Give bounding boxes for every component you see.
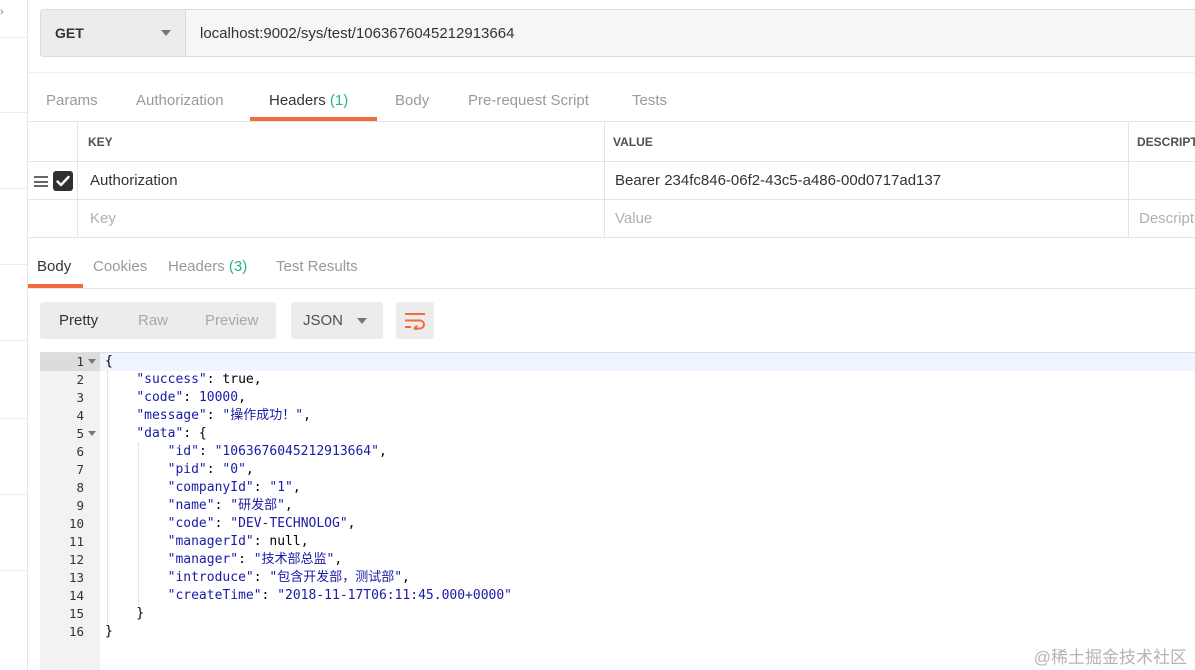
code-line: { — [105, 354, 113, 369]
line-number: 14 — [68, 588, 84, 603]
fold-icon — [88, 431, 96, 436]
headers-table: KEY VALUE DESCRIPT Authorization Bearer … — [28, 122, 1195, 238]
format-label: JSON — [303, 312, 344, 329]
code-line: "pid": "0", — [167, 462, 254, 477]
check-icon — [56, 175, 70, 187]
code-line: "id": "1063676045212913664", — [167, 444, 387, 459]
new-description-input[interactable]: Descript — [1139, 200, 1194, 237]
preview-button[interactable]: Preview — [205, 302, 258, 339]
header-key-input[interactable]: Authorization — [90, 162, 178, 199]
tab-tests[interactable]: Tests — [632, 82, 667, 122]
chevron-down-icon — [357, 318, 367, 324]
line-number: 13 — [68, 570, 84, 585]
line-number: 15 — [68, 606, 84, 621]
headers-count: (1) — [329, 92, 349, 109]
watermark: @稀土掘金技术社区 — [1033, 648, 1187, 667]
code-line: "managerId": null, — [167, 534, 309, 549]
tab-pre-request-script[interactable]: Pre-request Script — [468, 82, 589, 122]
header-value-input[interactable]: Bearer 234fc846-06f2-43c5-a486-00d0717ad… — [615, 162, 941, 199]
code-line: "code": 10000, — [136, 390, 246, 405]
request-url-bar: GET localhost:9002/sys/test/106367604521… — [40, 9, 1195, 57]
active-tab-indicator — [250, 117, 377, 121]
tab-body[interactable]: Body — [395, 82, 429, 122]
tab-test-results[interactable]: Test Results — [276, 248, 358, 288]
line-number: 16 — [68, 624, 84, 639]
column-value: VALUE — [613, 134, 653, 149]
url-input[interactable]: localhost:9002/sys/test/1063676045212913… — [186, 10, 1195, 56]
line-number: 11 — [68, 534, 84, 549]
tab-headers[interactable]: Headers (1) — [269, 82, 348, 122]
line-number: 5 — [40, 425, 100, 443]
code-line: } — [105, 606, 145, 621]
code-line: "message": "操作成功！", — [136, 408, 311, 423]
line-number: 10 — [68, 516, 84, 531]
table-header-row: KEY VALUE DESCRIPT — [28, 122, 1195, 162]
tab-response-headers[interactable]: Headers (3) — [168, 248, 247, 288]
tab-params[interactable]: Params — [46, 82, 98, 122]
drag-handle-icon[interactable] — [34, 176, 48, 187]
line-number: 3 — [76, 390, 84, 405]
line-number: 12 — [68, 552, 84, 567]
sidebar-strip: › — [0, 0, 28, 670]
pretty-button[interactable]: Pretty — [59, 302, 98, 339]
code-line: "companyId": "1", — [167, 480, 301, 495]
active-line-highlight — [100, 353, 1195, 371]
chevron-down-icon — [161, 30, 171, 36]
new-value-input[interactable]: Value — [615, 200, 652, 237]
line-number-gutter: 1 2 3 4 5 6 7 8 9 10 11 12 13 14 15 16 — [40, 353, 100, 670]
method-select[interactable]: GET — [41, 10, 186, 56]
line-number: 7 — [76, 462, 84, 477]
table-row-empty: Key Value Descript — [28, 200, 1195, 238]
format-select[interactable]: JSON — [291, 302, 383, 339]
code-line: "manager": "技术部总监", — [167, 552, 343, 567]
line-number: 6 — [76, 444, 84, 459]
response-headers-count: (3) — [228, 258, 248, 275]
fold-icon — [88, 359, 96, 364]
tab-cookies[interactable]: Cookies — [93, 248, 147, 288]
header-enabled-checkbox[interactable] — [53, 171, 73, 191]
code-line: "name": "研发部", — [167, 498, 293, 513]
view-mode-group: Pretty Raw Preview — [40, 302, 276, 339]
line-number: 8 — [76, 480, 84, 495]
wrap-icon — [405, 312, 425, 330]
code-line: "introduce": "包含开发部，测试部", — [167, 570, 410, 585]
line-number: 4 — [76, 408, 84, 423]
column-description: DESCRIPT — [1137, 134, 1195, 149]
request-tabs: Params Authorization Headers (1) Body Pr… — [28, 82, 1195, 122]
active-response-tab-indicator — [28, 284, 83, 288]
column-key: KEY — [88, 134, 113, 149]
new-key-input[interactable]: Key — [90, 200, 116, 237]
tab-response-body[interactable]: Body — [37, 248, 71, 288]
wrap-lines-button[interactable] — [396, 302, 434, 339]
line-number: 1 — [40, 353, 100, 371]
raw-button[interactable]: Raw — [138, 302, 168, 339]
line-number: 2 — [76, 372, 84, 387]
response-tabs: Body Cookies Headers (3) Test Results — [28, 248, 1195, 289]
code-line: "createTime": "2018-11-17T06:11:45.000+0… — [167, 588, 513, 603]
chevron-icon[interactable]: › — [0, 6, 4, 18]
line-number: 9 — [76, 498, 84, 513]
code-line: "code": "DEV-TECHNOLOG", — [167, 516, 356, 531]
method-label: GET — [55, 25, 84, 41]
table-row: Authorization Bearer 234fc846-06f2-43c5-… — [28, 162, 1195, 200]
code-line: "success": true, — [136, 372, 262, 387]
code-line: "data": { — [136, 426, 207, 441]
response-body-editor[interactable]: 1 2 3 4 5 6 7 8 9 10 11 12 13 14 15 16 {… — [40, 352, 1195, 670]
tab-authorization[interactable]: Authorization — [136, 82, 224, 122]
code-line: } — [105, 624, 113, 639]
